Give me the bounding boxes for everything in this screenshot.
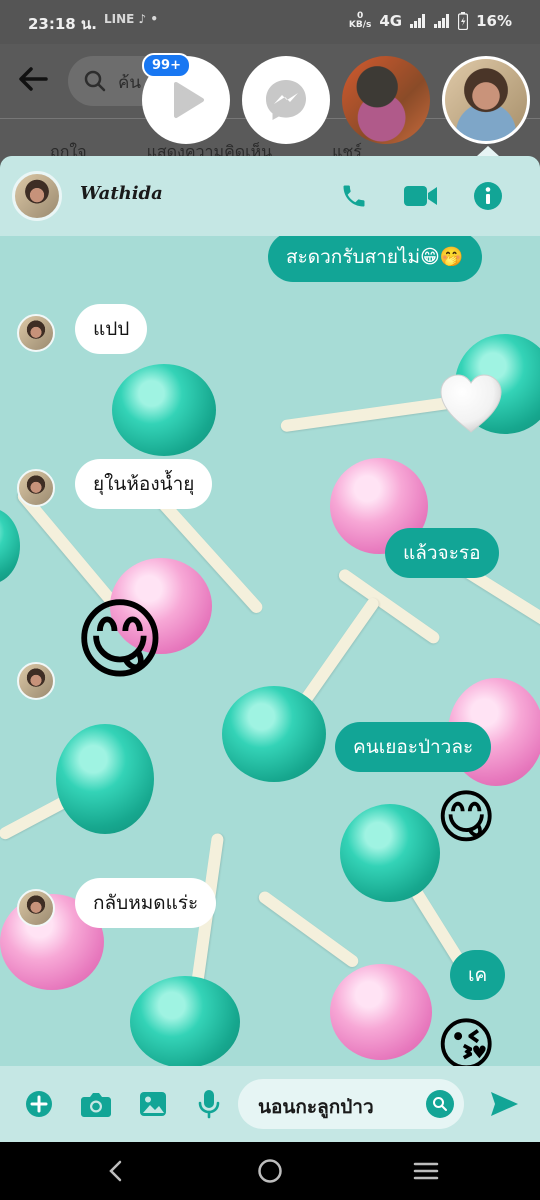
system-nav-bar [0,1142,540,1200]
contact-avatar-small[interactable] [17,662,55,700]
voice-button[interactable] [191,1086,227,1122]
chat-head-wathida[interactable] [442,56,530,144]
signal-icon [434,14,450,28]
contact-avatar-small[interactable] [17,469,55,507]
active-head-pointer [477,146,499,156]
chat-window: Wathida สะดวกรับสายไม่😁🤭 แปป ยุในห้องน้ำ… [0,156,540,1142]
send-button[interactable] [486,1086,522,1122]
call-button[interactable] [336,178,372,214]
phone-icon [343,185,365,207]
camera-icon [81,1093,111,1117]
message-outgoing[interactable]: สะดวกรับสายไม่😁🤭 [268,232,482,282]
message-incoming[interactable]: แปป [75,304,148,354]
lollipop-stick [280,395,460,433]
image-icon [140,1092,166,1116]
more-actions-button[interactable] [21,1086,57,1122]
emoji-message[interactable]: 😋 [436,788,496,846]
status-time: 23:18 น. [28,15,97,33]
video-camera-icon [404,186,437,206]
chat-head-messenger[interactable] [242,56,330,144]
message-outgoing[interactable]: แล้วจะรอ [385,528,499,578]
lollipop-candy [330,964,432,1060]
battery-level: 16% [476,12,512,30]
nav-recents-button[interactable] [411,1156,441,1186]
gallery-button[interactable] [135,1086,171,1122]
emoji-button[interactable] [426,1090,454,1118]
back-arrow-icon[interactable] [16,62,50,96]
contact-avatar-small[interactable] [17,889,55,927]
message-incoming[interactable]: ยุในห้องน้ำยุ [75,459,213,509]
contact-avatar[interactable] [12,171,62,221]
message-input[interactable]: นอนกะลูกป่าว [238,1079,464,1129]
message-composer: นอนกะลูกป่าว [0,1066,540,1142]
chevron-left-icon [109,1160,122,1182]
microphone-icon [198,1090,220,1119]
message-incoming[interactable]: กลับหมดแร่ะ [75,878,217,928]
plus-icon [26,1091,52,1117]
search-placeholder: ค้น [118,73,141,93]
chat-header: Wathida [0,156,540,236]
message-outgoing[interactable]: คนเยอะป่าวละ [335,722,492,772]
messenger-icon [266,80,306,120]
lollipop-candy [0,508,20,584]
home-circle-icon [258,1159,282,1183]
notification-icons: LINE ♪ • [104,12,159,26]
lollipop-candy [112,364,216,456]
contact-name[interactable]: Wathida [80,183,163,204]
status-right: 0 KB/s 4G 16% [349,12,512,30]
contact-avatar-small[interactable] [17,314,55,352]
lollipop-stick [256,889,361,970]
nav-home-button[interactable] [255,1156,285,1186]
lollipop-candy [340,804,440,902]
camera-button[interactable] [78,1086,114,1122]
heart-sticker[interactable] [437,372,505,440]
lollipop-candy [130,976,240,1068]
emoji-icon [433,1097,447,1111]
info-icon [474,182,502,210]
info-button[interactable] [470,178,506,214]
search-icon [84,70,106,92]
message-input-value: นอนกะลูกป่าว [258,1096,374,1118]
chat-head-contact[interactable] [342,56,430,144]
menu-icon [413,1162,439,1180]
lollipop-candy [56,724,154,834]
battery-icon [458,12,469,30]
emoji-message[interactable]: 😋 [74,596,166,684]
status-bar: 23:18 น. LINE ♪ • 0 KB/s 4G 16% [0,0,540,44]
signal-icon [410,14,426,28]
video-call-button[interactable] [403,178,439,214]
lollipop-candy [222,686,326,782]
net-speed: 0 KB/s [348,11,372,30]
send-icon [491,1092,518,1116]
play-icon [174,82,204,118]
notification-badge: 99+ [142,53,191,78]
message-outgoing[interactable]: เค [450,950,506,1000]
nav-back-button[interactable] [100,1156,130,1186]
network-type: 4G [379,12,403,30]
